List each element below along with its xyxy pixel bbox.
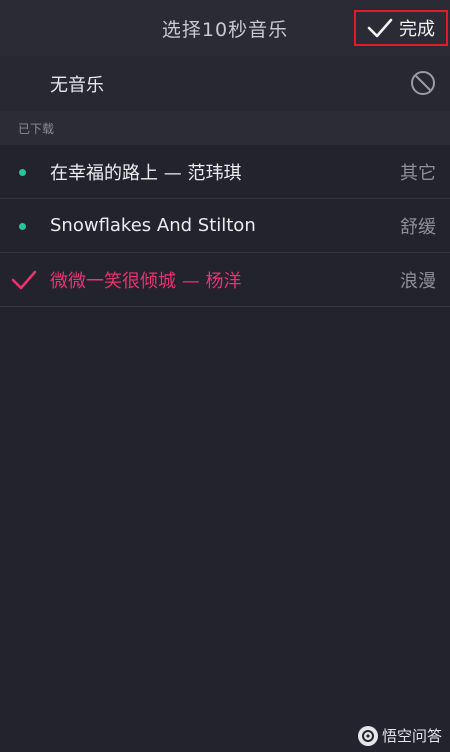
song-row-selected[interactable]: 微微一笑很倾城 — 杨洋 浪漫 [0,253,450,307]
song-genre: 舒缓 [400,216,436,238]
song-title: 微微一笑很倾城 — 杨洋 [50,270,242,292]
song-genre: 其它 [400,162,436,184]
song-row[interactable]: 在幸福的路上 — 范玮琪 其它 [0,145,450,199]
song-title: Snowflakes And Stilton [50,215,256,236]
no-music-row[interactable]: 无音乐 [0,56,450,111]
watermark: 悟空问答 [357,725,442,746]
downloaded-dot-icon [19,223,26,230]
watermark-text: 悟空问答 [381,727,442,745]
song-row[interactable]: Snowflakes And Stilton 舒缓 [0,199,450,253]
song-title: 在幸福的路上 — 范玮琪 [50,162,242,184]
ban-icon [411,71,435,95]
done-label: 完成 [399,19,435,40]
section-label: 已下载 [18,121,55,136]
section-header-downloaded: 已下载 [0,111,450,145]
check-icon [367,18,393,38]
wukong-logo-icon [357,725,378,746]
song-list: 在幸福的路上 — 范玮琪 其它 Snowflakes And Stilton 舒… [0,145,450,307]
page-title: 选择10秒音乐 [161,18,289,41]
selected-check-icon [11,270,37,290]
no-music-label: 无音乐 [50,74,104,96]
top-bar: 选择10秒音乐 完成 [0,0,450,56]
done-button[interactable]: 完成 [354,10,448,46]
downloaded-dot-icon [19,169,26,176]
song-genre: 浪漫 [400,270,436,292]
